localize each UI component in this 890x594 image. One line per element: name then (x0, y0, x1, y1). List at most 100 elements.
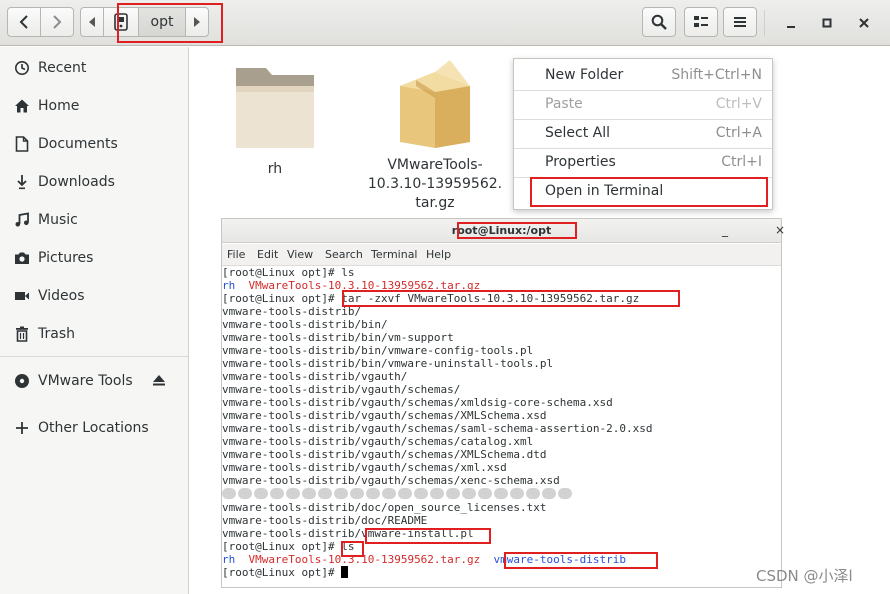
file-name: rh (267, 161, 283, 177)
terminal-line: vmware-tools-distrib/vgauth/schemas/ (222, 383, 461, 396)
terminal-menu-file[interactable]: File (227, 248, 245, 261)
terminal-menu-terminal[interactable]: Terminal (371, 248, 418, 261)
terminal-output[interactable]: [root@Linux opt]# ls rh VMwareTools-10.3… (222, 266, 781, 587)
window-close-button[interactable] (851, 10, 877, 36)
archive-icon (400, 60, 470, 148)
file-name-line-1: VMwareTools- (387, 157, 483, 173)
ls-entry-archive: VMwareTools-10.3.10-13959562.tar.gz (248, 279, 481, 292)
menu-item-properties[interactable]: Properties Ctrl+I (514, 148, 772, 176)
close-icon (859, 18, 869, 28)
path-scroll-left-button[interactable] (80, 7, 104, 37)
sidebar-item-documents[interactable]: Documents (0, 128, 188, 160)
camera-icon (13, 249, 31, 267)
download-icon (13, 173, 31, 191)
window-maximize-button[interactable] (814, 10, 840, 36)
sidebar-item-downloads[interactable]: Downloads (0, 166, 188, 198)
ls-entry-archive: VMwareTools-10.3.10-13959562.tar.gz (248, 553, 481, 566)
menu-item-select-all[interactable]: Select All Ctrl+A (514, 119, 772, 147)
terminal-menu-help[interactable]: Help (426, 248, 451, 261)
grid-view-icon (694, 16, 708, 27)
menu-item-label: Open in Terminal (545, 183, 664, 199)
path-button-opt[interactable]: opt (138, 7, 186, 37)
forward-button[interactable] (40, 7, 74, 37)
terminal-line: vmware-tools-distrib/vmware-install.pl (222, 527, 474, 540)
header-separator (764, 10, 765, 36)
document-icon (13, 135, 31, 153)
terminal-line: vmware-tools-distrib/vgauth/schemas/xml.… (222, 461, 507, 474)
terminal-menu-view[interactable]: View (287, 248, 313, 261)
menu-item-open-in-terminal[interactable]: Open in Terminal (514, 177, 772, 205)
triangle-right-icon (194, 17, 200, 27)
file-item-vmwaretools-archive[interactable]: VMwareTools- 10.3.10-13959562. tar.gz (367, 58, 503, 213)
terminal-line: vmware-tools-distrib/vgauth/schemas/xmld… (222, 396, 613, 409)
menu-item-new-folder[interactable]: New Folder Shift+Ctrl+N (514, 61, 772, 89)
sidebar-item-trash[interactable]: Trash (0, 318, 188, 350)
prompt: [root@Linux opt]# (222, 292, 342, 305)
sidebar-item-label: Downloads (38, 174, 115, 190)
sidebar-item-label: Videos (38, 288, 85, 304)
prompt: [root@Linux opt]# (222, 266, 342, 279)
drive-icon (114, 13, 128, 31)
watermark: CSDN @小泽l (756, 567, 853, 585)
terminal-line: [root@Linux opt]# ls (222, 540, 354, 553)
sidebar-item-videos[interactable]: Videos (0, 280, 188, 312)
search-button[interactable] (642, 7, 676, 37)
sidebar-item-label: Home (38, 98, 80, 114)
back-button[interactable] (7, 7, 41, 37)
sidebar-item-pictures[interactable]: Pictures (0, 242, 188, 274)
triangle-left-icon (89, 17, 95, 27)
music-icon (13, 211, 31, 229)
sidebar-item-other-locations[interactable]: Other Locations (0, 412, 188, 444)
terminal-line: vmware-tools-distrib/doc/README (222, 514, 428, 527)
sidebar: Recent Home Documents Downloads Music Pi… (0, 47, 189, 594)
menu-item-label: New Folder (545, 67, 624, 83)
context-menu: New Folder Shift+Ctrl+N Paste Ctrl+V Sel… (513, 58, 773, 210)
terminal-line: [root@Linux opt]# ls (222, 266, 354, 279)
path-scroll-right-button[interactable] (185, 7, 209, 37)
sidebar-item-home[interactable]: Home (0, 90, 188, 122)
sidebar-item-label: Trash (38, 326, 75, 342)
command: tar -zxvf VMwareTools-10.3.10-13959562.t… (341, 292, 640, 305)
file-item-rh[interactable]: rh (225, 62, 325, 179)
terminal-minimize-button[interactable]: _ (722, 223, 728, 237)
ls-entry-dir: rh (222, 553, 236, 566)
plus-icon (13, 419, 31, 437)
menu-item-accel: Ctrl+I (721, 154, 762, 170)
sidebar-item-label: Pictures (38, 250, 94, 266)
menu-item-paste[interactable]: Paste Ctrl+V (514, 90, 772, 118)
chevron-left-icon (19, 15, 28, 29)
menu-button[interactable] (723, 7, 757, 37)
ls-entry-dir: rh (222, 279, 236, 292)
terminal-menu-search[interactable]: Search (325, 248, 363, 261)
window-minimize-button[interactable] (778, 10, 804, 36)
prompt: [root@Linux opt]# (222, 566, 342, 579)
disc-icon (13, 372, 31, 390)
terminal-line: rh VMwareTools-10.3.10-13959562.tar.gz v… (222, 553, 626, 566)
sidebar-item-recent[interactable]: Recent (0, 52, 188, 84)
terminal-line: vmware-tools-distrib/bin/vmware-uninstal… (222, 357, 554, 370)
terminal-menu-edit[interactable]: Edit (257, 248, 278, 261)
terminal-line: vmware-tools-distrib/bin/ (222, 318, 388, 331)
terminal-cursor (341, 566, 349, 578)
maximize-icon (822, 18, 832, 28)
terminal-line: vmware-tools-distrib/vgauth/schemas/cata… (222, 435, 534, 448)
terminal-line: vmware-tools-distrib/ (222, 305, 362, 318)
home-icon (13, 97, 31, 115)
sidebar-separator (0, 356, 188, 357)
view-toggle-button[interactable] (684, 7, 718, 37)
header-bar: opt (0, 0, 890, 46)
menu-item-label: Select All (545, 125, 610, 141)
sidebar-item-vmware-tools[interactable]: VMware Tools (0, 365, 188, 397)
terminal-titlebar: root@Linux:/opt _ × (222, 219, 785, 243)
menu-item-label: Paste (545, 96, 583, 112)
terminal-close-button[interactable]: × (775, 223, 785, 237)
sidebar-item-music[interactable]: Music (0, 204, 188, 236)
file-name-line-2: 10.3.10-13959562. (367, 176, 503, 192)
path-current-label: opt (150, 14, 174, 30)
path-root-drive-button[interactable] (103, 7, 139, 37)
sidebar-item-label: Documents (38, 136, 118, 152)
eject-icon[interactable] (152, 372, 166, 391)
command: ls (341, 540, 355, 553)
folder-icon (236, 68, 314, 148)
ls-entry-extracted-dir: vmware-tools-distrib (493, 553, 626, 566)
